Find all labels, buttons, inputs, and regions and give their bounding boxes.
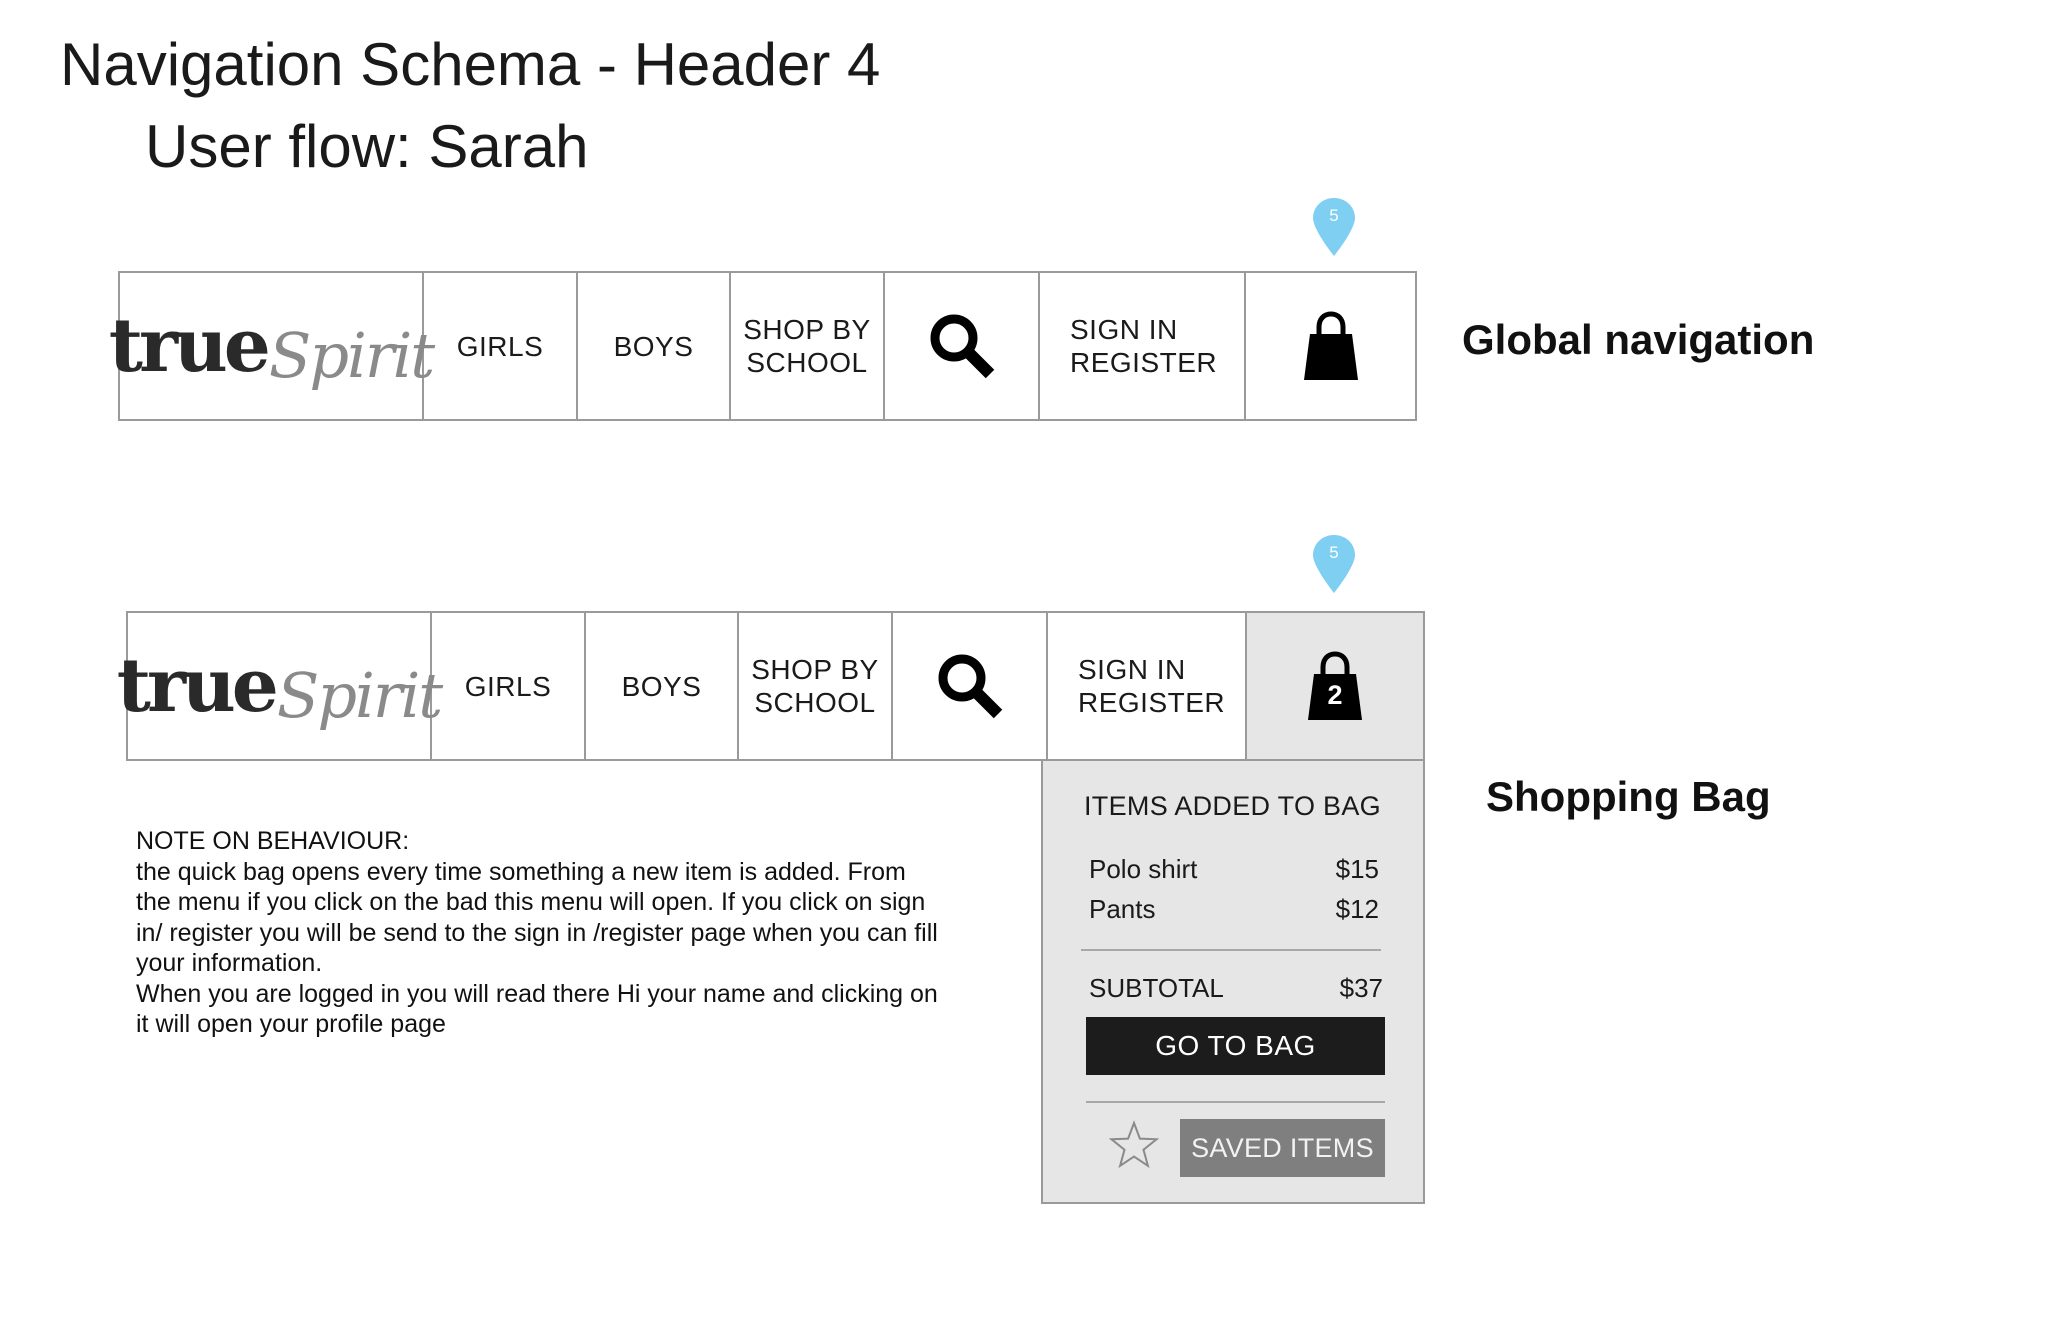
logo-text-true: true (116, 643, 279, 729)
divider (1081, 949, 1381, 951)
note-line: in/ register you will be send to the sig… (136, 918, 938, 947)
nav-shop-by-school-line1: SHOP BY (751, 654, 879, 685)
bag-item-name: Pants (1089, 894, 1156, 924)
note-line: the quick bag opens every time something… (136, 857, 906, 886)
go-to-bag-button[interactable]: GO TO BAG (1086, 1017, 1385, 1075)
navigation-bar-bag-open: true Spirit GIRLS BOYS SHOP BY SCHOOL SI… (117, 611, 1425, 761)
nav-girls-label: GIRLS (464, 670, 552, 702)
logo-text-spirit: Spirit (268, 319, 435, 392)
logo-text-spirit: Spirit (276, 659, 443, 732)
nav-boys-label: BOYS (621, 670, 702, 702)
annotation-marker: 5 (1311, 533, 1357, 595)
star-icon[interactable] (1109, 1120, 1159, 1170)
global-navigation-bar: true Spirit GIRLS BOYS SHOP BY SCHOOL SI… (109, 271, 1417, 421)
note-line: the menu if you click on the bad this me… (136, 888, 926, 916)
nav-item-boys[interactable]: BOYS (586, 613, 739, 759)
note-heading: NOTE ON BEHAVIOUR: (136, 827, 410, 855)
nav-girls-label: GIRLS (456, 330, 544, 362)
search-icon[interactable] (934, 650, 1006, 722)
label-shopping-bag: Shopping Bag (1486, 773, 1771, 820)
nav-item-shop-by-school[interactable]: SHOP BY SCHOOL (731, 273, 885, 419)
nav-item-girls[interactable]: GIRLS (432, 613, 586, 759)
bag-item-name: Polo shirt (1089, 854, 1198, 884)
nav-shop-by-school-line2: SCHOOL (746, 347, 868, 378)
annotation-marker-number: 5 (1329, 543, 1339, 562)
saved-items-button[interactable]: SAVED ITEMS (1180, 1119, 1385, 1177)
annotation-marker: 5 (1311, 196, 1357, 258)
bag-heading: ITEMS ADDED TO BAG (1084, 791, 1381, 821)
shopping-bag-icon[interactable] (1301, 310, 1361, 382)
page-title: Navigation Schema - Header 4 (60, 31, 881, 98)
nav-boys-label: BOYS (613, 330, 694, 362)
subtotal-value: $37 (1339, 973, 1383, 1003)
nav-item-shop-by-school[interactable]: SHOP BY SCHOOL (739, 613, 893, 759)
annotation-marker-number: 5 (1329, 206, 1339, 225)
logo-cell[interactable]: true Spirit (117, 613, 443, 759)
nav-shop-by-school-label: SHOP BY SCHOOL (743, 313, 870, 379)
truespirit-logo[interactable]: true Spirit (116, 643, 443, 732)
nav-item-girls[interactable]: GIRLS (424, 273, 578, 419)
behaviour-note: NOTE ON BEHAVIOUR: the quick bag opens e… (136, 826, 976, 1040)
nav-shop-by-school-line2: SCHOOL (754, 687, 876, 718)
nav-item-sign-in-register[interactable]: SIGN IN REGISTER (1048, 613, 1247, 759)
note-line: your information. (136, 949, 323, 977)
nav-sign-in-register-label: SIGN IN REGISTER (1078, 653, 1225, 719)
nav-shop-by-school-line1: SHOP BY (743, 314, 871, 345)
nav-sign-in-label: SIGN IN (1070, 314, 1178, 345)
nav-item-shopping-bag[interactable]: 2 (1247, 613, 1423, 759)
nav-item-boys[interactable]: BOYS (578, 273, 731, 419)
nav-sign-in-label: SIGN IN (1078, 654, 1186, 685)
nav-shop-by-school-label: SHOP BY SCHOOL (751, 653, 878, 719)
logo-cell[interactable]: true Spirit (109, 273, 435, 419)
page-subtitle: User flow: Sarah (145, 113, 589, 180)
truespirit-logo[interactable]: true Spirit (108, 303, 435, 392)
nav-register-label: REGISTER (1078, 687, 1226, 718)
nav-register-label: REGISTER (1070, 347, 1218, 378)
bag-item-count: 2 (1327, 680, 1343, 710)
nav-item-shopping-bag[interactable] (1246, 273, 1415, 419)
subtotal-label: SUBTOTAL (1089, 973, 1224, 1003)
nav-item-search[interactable] (885, 273, 1040, 419)
note-line: When you are logged in you will read the… (136, 979, 938, 1008)
quick-bag-dropdown: ITEMS ADDED TO BAG Polo shirt $15 Pants … (1041, 761, 1425, 1204)
nav-item-sign-in-register[interactable]: SIGN IN REGISTER (1040, 273, 1246, 419)
label-global-navigation: Global navigation (1462, 316, 1815, 363)
note-line: it will open your profile page (136, 1010, 446, 1038)
divider (1086, 1101, 1385, 1103)
bag-item-price: $15 (1335, 854, 1379, 884)
nav-item-search[interactable] (893, 613, 1048, 759)
logo-text-true: true (108, 303, 271, 389)
bag-item-price: $12 (1335, 894, 1379, 924)
nav-sign-in-register-label: SIGN IN REGISTER (1070, 313, 1217, 379)
search-icon[interactable] (926, 310, 998, 382)
shopping-bag-with-count[interactable]: 2 (1305, 650, 1365, 722)
